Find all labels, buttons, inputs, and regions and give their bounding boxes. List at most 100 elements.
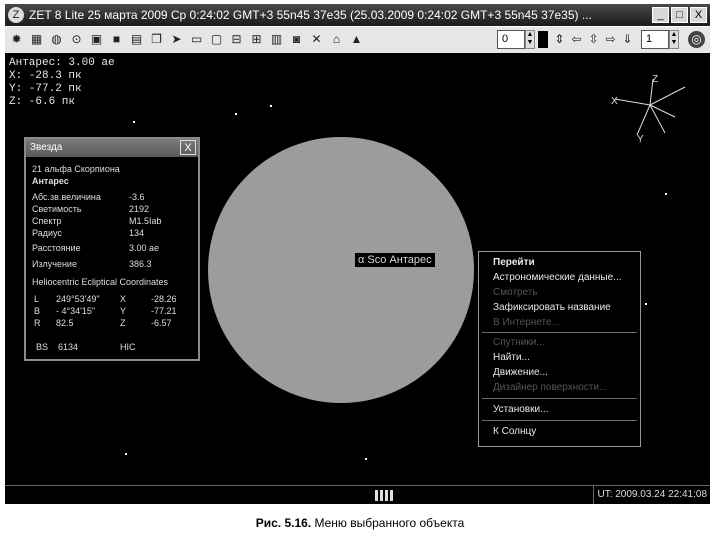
dark-sky-icon[interactable]: ■ <box>108 31 125 48</box>
star-window-titlebar[interactable]: Звезда X <box>26 139 198 157</box>
gear-icon[interactable]: ◎ <box>688 31 705 48</box>
close-button[interactable]: X <box>690 7 707 23</box>
menu-item-internet[interactable]: В Интернете... <box>493 317 560 329</box>
figure-caption: Рис. 5.16. Меню выбранного объекта <box>0 516 720 530</box>
star[interactable] <box>270 105 272 107</box>
menu-item-view[interactable]: Смотреть <box>493 287 538 299</box>
hud-x: X: -28.3 пк <box>9 70 82 82</box>
step-left-icon[interactable]: ⇦ <box>568 31 585 48</box>
menu-item-settings[interactable]: Установки... <box>493 404 548 416</box>
hud-z: Z: -6.6 пк <box>9 96 76 108</box>
menu-item-surface-designer[interactable]: Дизайнер поверхности... <box>493 382 607 394</box>
star[interactable] <box>133 121 135 123</box>
speed-spinner-arrows[interactable]: ▲ ▼ <box>669 30 679 49</box>
coord-key: L <box>34 294 40 304</box>
window-icon[interactable]: ▭ <box>188 31 205 48</box>
coord-axis-value: -28.26 <box>151 294 177 304</box>
coord-value: - 4°34'15" <box>56 306 96 316</box>
object-label[interactable]: α Sco Антарес <box>355 253 435 267</box>
coord-axis-value: -6.57 <box>151 318 172 328</box>
magnitude-spinner[interactable]: 0 <box>497 30 525 49</box>
frame-icon[interactable]: ▢ <box>208 31 225 48</box>
menu-item-find[interactable]: Найти... <box>493 352 530 364</box>
screen-icon[interactable]: ▣ <box>88 31 105 48</box>
coord-key: R <box>34 318 41 328</box>
speed-spinner[interactable]: 1 <box>641 30 669 49</box>
chart-icon[interactable]: ▤ <box>128 31 145 48</box>
star-info-window: Звезда X 21 альфа Скорпиона Антарес Абс.… <box>24 137 200 361</box>
coords-header: Heliocentric Ecliptical Coordinates <box>32 277 169 287</box>
scale-indicator-icon <box>375 490 393 501</box>
collapse-icon[interactable]: ⊟ <box>228 31 245 48</box>
toolbar: ✹ ▦ ◍ ⊙ ▣ ■ ▤ ❐ ➤ ▭ ▢ ⊟ ⊞ ▥ ◙ ✕ ⌂ ▲ 0 ▲ ▼… <box>5 27 710 54</box>
menu-item-go-to[interactable]: Перейти <box>493 257 535 269</box>
step-vertical-icon[interactable]: ⇳ <box>585 31 602 48</box>
prop-value: 3.00 ае <box>129 243 160 253</box>
prop-value: 2192 <box>129 204 150 214</box>
window-title: ZET 8 Lite 25 марта 2009 Ср 0:24:02 GMT+… <box>29 8 592 22</box>
step-down-icon[interactable]: ⇓ <box>619 31 636 48</box>
prop-value: 134 <box>129 228 145 238</box>
star[interactable] <box>665 193 667 195</box>
coord-axis: X <box>120 294 127 304</box>
prop-label: Излучение <box>32 259 77 269</box>
coord-value: 249°53'49" <box>56 294 100 304</box>
globe-icon[interactable]: ◍ <box>48 31 65 48</box>
menu-item-fix-name[interactable]: Зафиксировать название <box>493 302 611 314</box>
object-name: Sco Антарес <box>367 254 432 266</box>
menu-item-motion[interactable]: Движение... <box>493 367 548 379</box>
maximize-button[interactable]: □ <box>671 7 688 23</box>
menu-item-to-sun[interactable]: К Солнцу <box>493 426 536 438</box>
prop-value: 386.3 <box>129 259 152 269</box>
sky-view[interactable]: Антарес: 3.00 ае X: -28.3 пк Y: -77.2 пк… <box>5 53 710 485</box>
arrow-icon[interactable]: ➤ <box>168 31 185 48</box>
caption-text: Меню выбранного объекта <box>311 516 465 530</box>
menu-item-satellites[interactable]: Спутники... <box>493 337 545 349</box>
sun-icon[interactable]: ✹ <box>8 31 25 48</box>
menu-item-astro-data[interactable]: Астрономические данные... <box>493 272 622 284</box>
telescope-icon[interactable]: ⌂ <box>328 31 345 48</box>
star-window-title: Звезда <box>30 142 63 153</box>
ut-time: UT: 2009.03.24 22:41:08 <box>593 486 710 504</box>
star[interactable] <box>125 453 127 455</box>
hic-label: HIC <box>120 342 136 352</box>
step-up-down-icon[interactable]: ⇕ <box>551 31 568 48</box>
title-bar: Z ZET 8 Lite 25 марта 2009 Ср 0:24:02 GM… <box>5 4 710 26</box>
axis-indicator <box>614 78 686 136</box>
layers-icon[interactable]: ❐ <box>148 31 165 48</box>
prop-value: M1.5Iab <box>129 216 162 226</box>
prop-label: Спектр <box>32 216 62 226</box>
magnitude-spinner-arrows[interactable]: ▲ ▼ <box>525 30 535 49</box>
menu-separator <box>482 332 637 333</box>
status-bar: UT: 2009.03.24 22:41:08 <box>5 485 710 504</box>
camera-icon[interactable]: ◙ <box>288 31 305 48</box>
axis-z-label: Z <box>652 74 659 85</box>
document-icon[interactable]: ▥ <box>268 31 285 48</box>
tools-icon[interactable]: ✕ <box>308 31 325 48</box>
menu-separator <box>482 398 637 399</box>
target-icon[interactable]: ⊙ <box>68 31 85 48</box>
prop-label: Абс.зв.величина <box>32 192 101 202</box>
step-right-icon[interactable]: ⇨ <box>602 31 619 48</box>
star-proper-name: Антарес <box>32 176 69 186</box>
coord-value: 82.5 <box>56 318 74 328</box>
star[interactable] <box>365 458 367 460</box>
star-full-name: 21 альфа Скорпиона <box>32 164 120 174</box>
expand-icon[interactable]: ⊞ <box>248 31 265 48</box>
antares-disk[interactable] <box>208 137 474 403</box>
prop-label: Расстояние <box>32 243 81 253</box>
context-menu: Перейти Астрономические данные... Смотре… <box>478 251 641 447</box>
star-window-close-button[interactable]: X <box>180 140 196 155</box>
hud-y: Y: -77.2 пк <box>9 83 82 95</box>
grid-icon[interactable]: ▦ <box>28 31 45 48</box>
signal-icon[interactable]: ▲ <box>348 31 365 48</box>
star[interactable] <box>645 303 647 305</box>
coord-key: B <box>34 306 41 316</box>
coord-axis: Z <box>120 318 126 328</box>
star[interactable] <box>235 113 237 115</box>
black-swatch-icon[interactable] <box>538 31 548 48</box>
axis-y-label: Y <box>637 134 644 145</box>
minimize-button[interactable]: _ <box>652 7 669 23</box>
hud-distance: Антарес: 3.00 ае <box>9 57 115 69</box>
prop-value: -3.6 <box>129 192 145 202</box>
